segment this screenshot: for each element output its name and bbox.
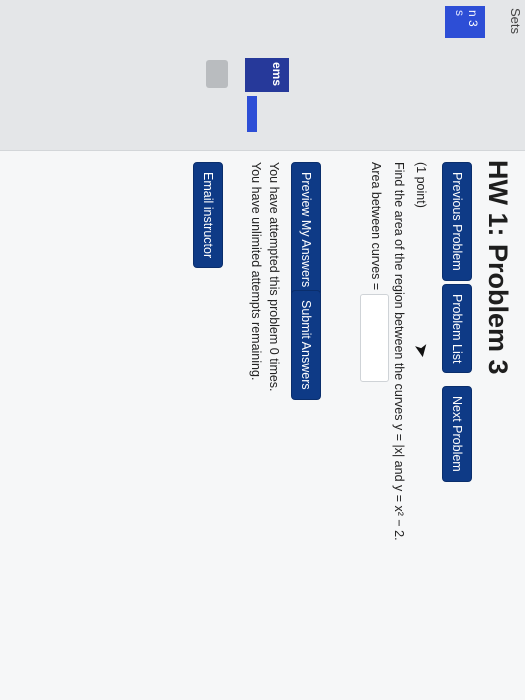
answer-label: Area between curves = — [369, 162, 383, 291]
sidebar-item-active-bar[interactable] — [247, 96, 257, 132]
sidebar-item-active-sub: s — [453, 10, 467, 16]
problem-statement: Find the area of the region between the … — [392, 162, 406, 541]
sidebar-item-active[interactable]: n 3 s — [445, 6, 485, 38]
submit-answers-button[interactable]: Submit Answers — [291, 290, 321, 400]
mouse-cursor-icon: ➤ — [410, 341, 434, 360]
preview-answers-button[interactable]: Preview My Answers — [291, 162, 321, 298]
problem-list-button[interactable]: Problem List — [442, 284, 472, 374]
rotated-page: Sets n 3 s ems HW 1: Problem 3 Previous … — [0, 0, 525, 700]
answer-input[interactable] — [360, 294, 389, 382]
next-problem-button[interactable]: Next Problem — [442, 386, 472, 482]
sidebar-item-sets[interactable]: Sets — [508, 8, 523, 34]
email-instructor-button[interactable]: Email instructor — [193, 162, 223, 269]
page-title: HW 1: Problem 3 — [483, 160, 513, 375]
sidebar-item-problems-label: ems — [270, 62, 284, 87]
previous-problem-button[interactable]: Previous Problem — [442, 162, 472, 281]
sidebar: Sets n 3 s ems — [0, 0, 525, 151]
sidebar-item-gray[interactable] — [206, 60, 228, 88]
sidebar-item-active-label: n 3 — [466, 10, 480, 27]
problem-main: HW 1: Problem 3 Previous Problem Problem… — [0, 150, 525, 700]
sidebar-item-problems[interactable]: ems — [245, 58, 289, 92]
problem-points: (1 point) — [414, 162, 428, 208]
attempts-remaining: You have unlimited attempts remaining. — [249, 162, 263, 381]
attempts-status: You have attempted this problem 0 times. — [267, 162, 281, 392]
